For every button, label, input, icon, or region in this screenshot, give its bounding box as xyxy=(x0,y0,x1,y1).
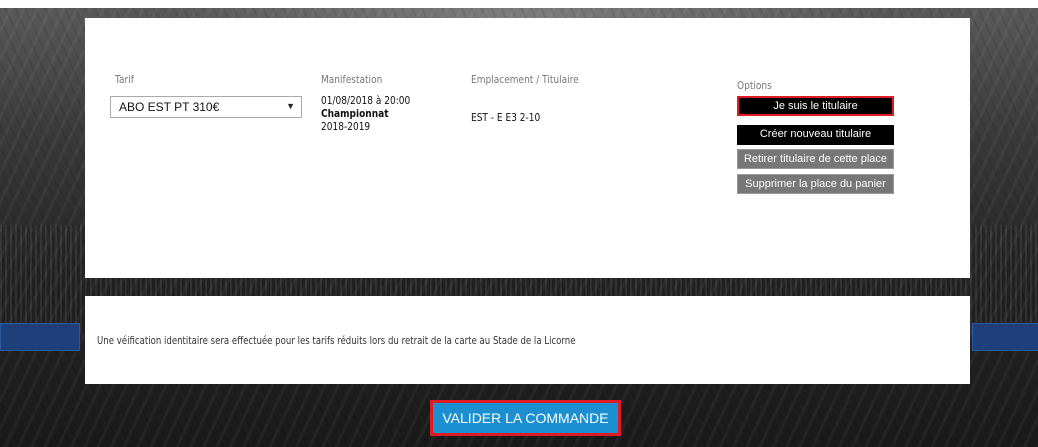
top-strip xyxy=(0,0,1038,8)
tarif-select-value: ABO EST PT 310€ xyxy=(119,100,220,114)
notice-card: Une véification identitaire sera effectu… xyxy=(85,296,970,384)
order-line-card: Tarif Manifestation Emplacement / Titula… xyxy=(85,18,970,278)
creer-titulaire-button[interactable]: Créer nouveau titulaire xyxy=(737,125,894,145)
manifestation-header: Manifestation xyxy=(321,73,383,86)
identity-notice: Une véification identitaire sera effectu… xyxy=(97,334,576,347)
manifestation-date: 01/08/2018 à 20:00 xyxy=(321,94,411,107)
supprimer-place-button[interactable]: Supprimer la place du panier xyxy=(737,174,894,194)
options-header: Options xyxy=(737,79,772,92)
manifestation-season: 2018-2019 xyxy=(321,120,371,133)
je-suis-titulaire-button[interactable]: Je suis le titulaire xyxy=(737,96,894,116)
retirer-titulaire-button[interactable]: Retirer titulaire de cette place xyxy=(737,149,894,169)
left-advertising-board xyxy=(0,323,80,351)
emplacement-header: Emplacement / Titulaire xyxy=(471,73,579,86)
tarif-header: Tarif xyxy=(115,73,134,86)
manifestation-name: Championnat xyxy=(321,107,389,120)
right-advertising-board xyxy=(972,323,1038,351)
chevron-down-icon: ▼ xyxy=(286,101,295,111)
emplacement-value: EST - E E3 2-10 xyxy=(471,111,541,124)
validate-order-button[interactable]: VALIDER LA COMMANDE xyxy=(430,400,621,436)
tarif-select[interactable]: ABO EST PT 310€ ▼ xyxy=(110,96,302,118)
